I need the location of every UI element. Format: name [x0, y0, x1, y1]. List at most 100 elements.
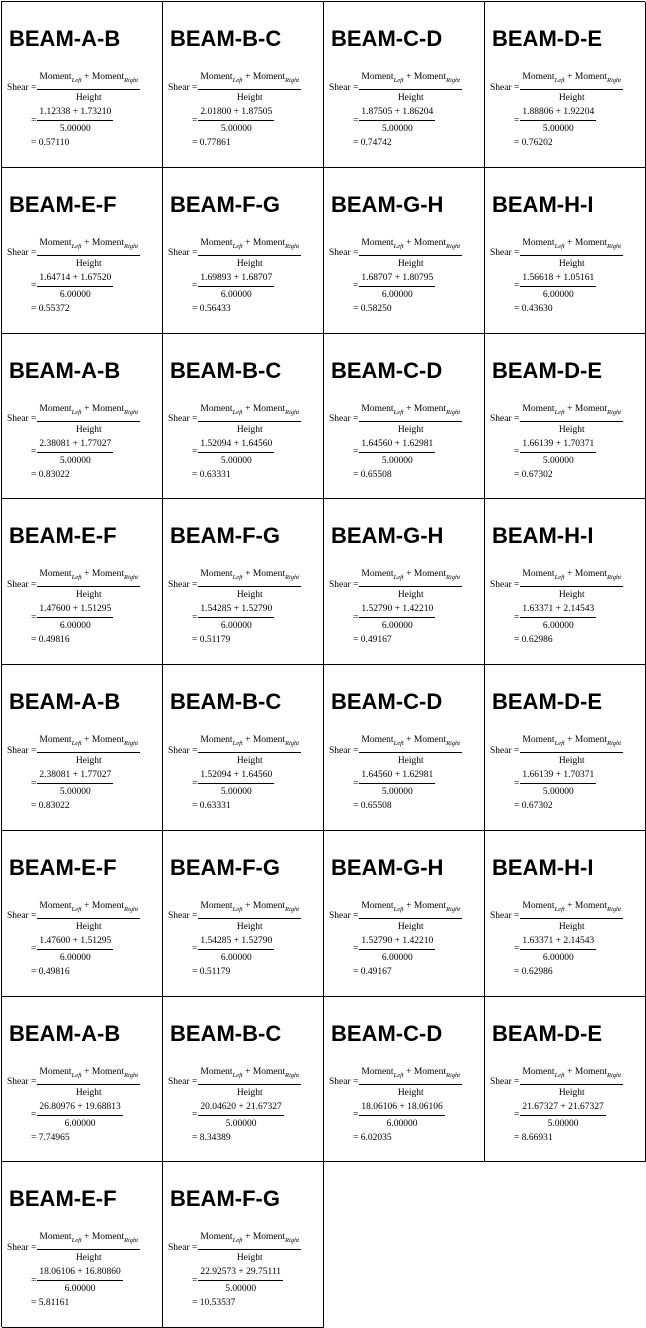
formula-denominator: Height — [359, 420, 463, 436]
formula-numerator: MomentLeft + MomentRight — [38, 237, 139, 255]
beam-shear-grid: BEAM-A-B Shear = MomentLeft + MomentRight H… — [1, 1, 646, 1328]
shear-label: Shear = — [329, 579, 359, 590]
value-numerator: 1.88806 + 1.92204 — [521, 106, 595, 120]
shear-result: = 0.67302 — [514, 801, 553, 811]
shear-result: = 10.53537 — [192, 1298, 236, 1309]
moment-left-value: 1.52790 — [361, 604, 393, 615]
formula-fraction: MomentLeft + MomentRight Height — [520, 734, 624, 767]
moment-left-value: 1.54285 — [200, 604, 232, 615]
beam-cell: BEAM-H-I Shear = MomentLeft + MomentRight H… — [485, 167, 646, 334]
value-numerator: 26.80976 + 19.68813 — [38, 1101, 121, 1115]
substitution-row: = 1.54285 + 1.52790 6.00000 — [168, 935, 321, 964]
beam-title: BEAM-E-F — [9, 191, 117, 217]
shear-label: Shear = — [490, 248, 520, 259]
shear-result: = 0.43630 — [514, 303, 553, 314]
formula-denominator: Height — [198, 586, 302, 601]
shear-calculation: Shear = MomentLeft + MomentRight Height = 1.… — [7, 71, 160, 149]
formula-denominator: Height — [37, 420, 141, 436]
value-fraction: 1.66139 + 1.70371 5.00000 — [520, 438, 597, 467]
value-fraction: 1.88806 + 1.92204 5.00000 — [520, 106, 597, 135]
plus-sign: + — [70, 272, 81, 283]
formula-denominator: Height — [359, 89, 463, 104]
beam-cell: BEAM-E-F Shear = MomentLeft + MomentRight H… — [2, 830, 163, 997]
height-value: 6.00000 — [359, 617, 436, 632]
plus-sign: + — [81, 237, 92, 248]
moment-word: Moment — [91, 735, 125, 745]
shear-calculation: Shear = MomentLeft + MomentRight Height = 2.… — [168, 71, 321, 149]
height-value: 5.00000 — [37, 120, 114, 135]
plus-sign: + — [81, 403, 92, 414]
plus-sign: + — [242, 72, 253, 82]
right-subscript: Right — [285, 1071, 300, 1079]
formula-fraction: MomentLeft + MomentRight Height — [520, 568, 624, 601]
moment-word: Moment — [361, 569, 394, 580]
formula-denominator: Height — [198, 254, 302, 270]
right-subscript: Right — [446, 408, 461, 416]
shear-label: Shear = — [7, 82, 37, 93]
right-subscript: Right — [285, 740, 300, 747]
formula-numerator: MomentLeft + MomentRight — [38, 1066, 139, 1084]
shear-label: Shear = — [329, 414, 359, 424]
left-subscript: Left — [393, 408, 404, 416]
moment-word: Moment — [413, 403, 447, 414]
moment-word: Moment — [574, 403, 608, 414]
formula-numerator: MomentLeft + MomentRight — [360, 403, 461, 421]
formula-numerator: MomentLeft + MomentRight — [360, 568, 461, 586]
value-numerator: 1.69893 + 1.68707 — [199, 272, 273, 286]
substitution-row: = 2.01800 + 1.87505 5.00000 — [168, 106, 321, 135]
plus-sign: + — [242, 569, 253, 580]
left-subscript: Left — [393, 574, 404, 582]
substitution-row: = 18.06106 + 18.06106 6.00000 — [329, 1101, 482, 1130]
equals-sign: = — [192, 447, 198, 457]
moment-right-value: 2.14543 — [563, 604, 595, 615]
substitution-row: = 1.63371 + 2.14543 6.00000 — [490, 935, 643, 964]
formula-denominator: Height — [359, 917, 463, 933]
substitution-row: = 1.69893 + 1.68707 6.00000 — [168, 272, 321, 301]
moment-right-value: 1.86204 — [402, 107, 434, 117]
formula-numerator: MomentLeft + MomentRight — [38, 734, 139, 752]
left-subscript: Left — [71, 1237, 82, 1245]
shear-label: Shear = — [490, 1077, 520, 1087]
value-numerator: 1.52790 + 1.42210 — [360, 603, 434, 617]
plus-sign: + — [564, 403, 575, 414]
shear-label: Shear = — [168, 82, 198, 93]
formula-numerator: MomentLeft + MomentRight — [199, 237, 300, 255]
moment-right-value: 1.52790 — [241, 604, 273, 615]
shear-formula-row: Shear = MomentLeft + MomentRight Height — [168, 568, 321, 601]
plus-sign: + — [81, 1232, 92, 1243]
shear-calculation: Shear = MomentLeft + MomentRight Height = 1.… — [490, 734, 643, 812]
shear-formula-row: Shear = MomentLeft + MomentRight Height — [329, 71, 482, 104]
beam-title: BEAM-G-H — [331, 191, 444, 217]
substitution-row: = 1.64714 + 1.67520 6.00000 — [7, 272, 160, 301]
right-subscript: Right — [607, 408, 622, 416]
shear-label: Shear = — [168, 911, 198, 922]
formula-fraction: MomentLeft + MomentRight Height — [520, 71, 624, 104]
shear-calculation: Shear = MomentLeft + MomentRight Height = 1.… — [168, 237, 321, 315]
value-fraction: 1.54285 + 1.52790 6.00000 — [198, 935, 275, 964]
plus-sign: + — [403, 900, 414, 911]
formula-fraction: MomentLeft + MomentRight Height — [37, 403, 141, 436]
plus-sign: + — [403, 735, 414, 745]
moment-word: Moment — [252, 403, 286, 414]
equals-sign: = — [514, 778, 520, 789]
moment-left-value: 22.92573 — [200, 1267, 236, 1278]
shear-label: Shear = — [168, 248, 198, 259]
beam-cell: BEAM-D-E Shear = MomentLeft + MomentRight H… — [485, 333, 646, 500]
value-fraction: 1.12338 + 1.73210 5.00000 — [37, 106, 114, 135]
left-subscript: Left — [554, 77, 565, 84]
equals-sign: = — [514, 612, 520, 623]
beam-title: BEAM-A-B — [9, 357, 121, 383]
shear-formula-row: Shear = MomentLeft + MomentRight Height — [490, 900, 643, 933]
moment-word: Moment — [413, 1066, 447, 1077]
moment-word: Moment — [413, 72, 447, 82]
beam-cell: BEAM-D-E Shear = MomentLeft + MomentRight H… — [485, 665, 646, 831]
height-value: 5.00000 — [520, 783, 597, 798]
height-value: 5.00000 — [37, 783, 114, 798]
beam-title: BEAM-H-I — [492, 523, 594, 549]
plus-sign: + — [557, 1101, 569, 1112]
right-subscript: Right — [446, 242, 461, 250]
formula-numerator: MomentLeft + MomentRight — [199, 71, 300, 89]
left-subscript: Left — [393, 740, 404, 747]
moment-word: Moment — [91, 900, 125, 911]
moment-right-value: 1.77027 — [80, 770, 112, 780]
